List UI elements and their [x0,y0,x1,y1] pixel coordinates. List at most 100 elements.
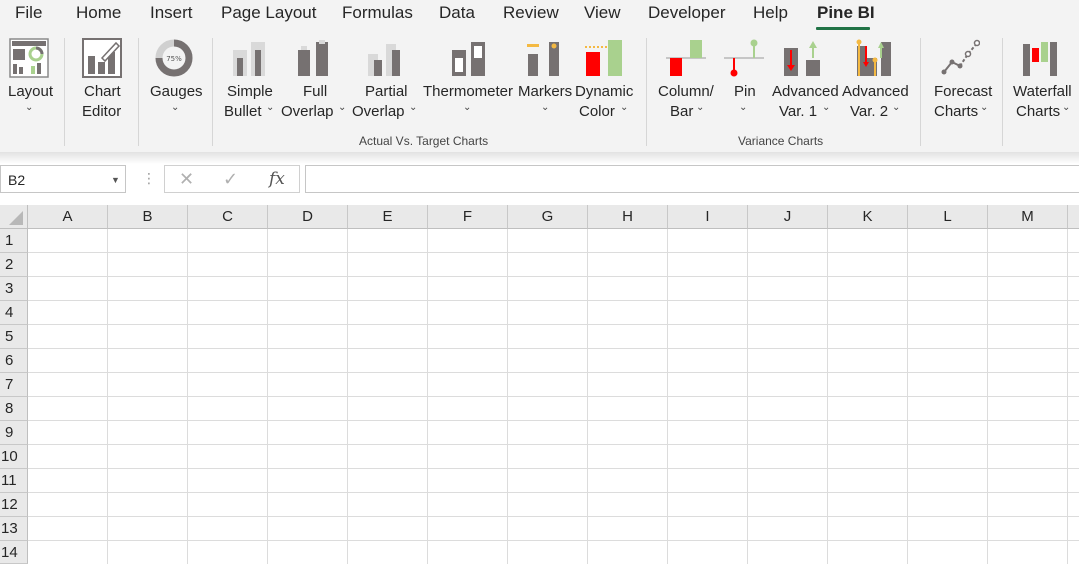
simple-bullet-icon [233,42,265,76]
column-header-m[interactable]: M [988,205,1068,229]
select-all-corner[interactable] [0,205,28,229]
column-header-partial[interactable] [1068,205,1079,229]
advanced-var2-icon [856,39,891,76]
row-header-3[interactable]: 3 [0,277,28,301]
column-header-c[interactable]: C [188,205,268,229]
thermometer-icon [452,42,485,76]
name-box-value: B2 [8,172,26,188]
chart-editor-button[interactable]: Chart Editor [70,30,134,152]
enter-check-icon[interactable]: ✓ [223,169,238,190]
tab-data[interactable]: Data [439,3,475,23]
tab-help[interactable]: Help [753,3,788,23]
name-box[interactable]: B2 ▼ [0,165,126,193]
column-header-h[interactable]: H [588,205,668,229]
thermometer-label: Thermometer [423,83,514,100]
row-header-7[interactable]: 7 [0,373,28,397]
row-header-5[interactable]: 5 [0,325,28,349]
gauge-icon-text: 75% [166,55,182,63]
row-header-12[interactable]: 12 [0,493,28,517]
tab-view[interactable]: View [584,3,621,23]
ribbon-shadow [0,152,1079,164]
chart-editor-icon [82,38,122,78]
row-header-14[interactable]: 14 [0,541,28,564]
chevron-down-icon: ⌄ [463,102,472,113]
dynamic-color-label-line2: Color [579,103,615,120]
ribbon-separator [1002,38,1003,146]
column-header-f[interactable]: F [428,205,508,229]
tab-file[interactable]: File [15,3,42,23]
advanced-var1-label-line2: Var. 1 [779,103,818,120]
tab-insert[interactable]: Insert [150,3,193,23]
advanced-var1-label-line1: Advanced [772,83,839,100]
cell-area[interactable] [28,229,1079,564]
dynamic-color-icon [585,40,622,76]
layout-button[interactable]: Layout ⌄ [0,30,60,152]
row-header-4[interactable]: 4 [0,301,28,325]
waterfall-charts-button[interactable]: Waterfall Charts ⌄ [1006,30,1079,152]
ribbon-separator [646,38,647,146]
column-bar-icon [666,40,706,76]
tab-home[interactable]: Home [76,3,121,23]
column-header-b[interactable]: B [108,205,188,229]
markers-icon [527,42,559,76]
column-header-i[interactable]: I [668,205,748,229]
simple-bullet-button[interactable]: Simple Bullet ⌄ [218,30,278,152]
formula-bar-grip-icon[interactable]: ⋮ [142,170,156,187]
column-bar-label-line1: Column/ [658,83,714,100]
forecast-charts-button[interactable]: Forecast Charts ⌄ [926,30,998,152]
row-header-2[interactable]: 2 [0,253,28,277]
column-header-e[interactable]: E [348,205,428,229]
tab-developer[interactable]: Developer [648,3,726,23]
formula-input[interactable] [305,165,1079,193]
column-header-a[interactable]: A [28,205,108,229]
row-header-6[interactable]: 6 [0,349,28,373]
full-overlap-button[interactable]: Full Overlap ⌄ [280,30,348,152]
full-overlap-label-line2: Overlap [281,103,334,120]
column-bar-button[interactable]: Column/ Bar ⌄ [652,30,720,152]
chevron-down-icon: ⌄ [541,102,550,113]
layout-icon [9,38,49,78]
tab-pine-bi[interactable]: Pine BI [817,3,875,23]
cancel-icon[interactable]: ✕ [179,169,194,190]
simple-bullet-label-line2: Bullet [224,103,262,120]
ribbon-separator [212,38,213,146]
full-overlap-icon [298,40,328,76]
chevron-down-icon: ⌄ [266,102,275,113]
insert-function-icon[interactable]: fx [269,169,285,189]
column-header-l[interactable]: L [908,205,988,229]
markers-label: Markers [518,83,573,100]
gauges-button[interactable]: 75% Gauges ⌄ [142,30,208,152]
group-label-actual-vs-target: Actual Vs. Target Charts [359,134,489,148]
tab-page-layout[interactable]: Page Layout [221,3,316,23]
markers-button[interactable]: Markers ⌄ [516,30,574,152]
chevron-down-icon: ⌄ [892,102,901,113]
menu-bar: File Home Insert Page Layout Formulas Da… [0,0,1079,30]
forecast-line-icon [941,39,980,75]
chevron-down-icon: ⌄ [25,102,34,113]
tab-formulas[interactable]: Formulas [342,3,413,23]
column-header-k[interactable]: K [828,205,908,229]
name-box-dropdown-icon[interactable]: ▼ [111,175,120,185]
tab-review[interactable]: Review [503,3,559,23]
waterfall-icon [1023,42,1057,76]
advanced-var2-button[interactable]: Advanced Var. 2 ⌄ [840,30,912,152]
column-header-d[interactable]: D [268,205,348,229]
chevron-down-icon: ⌄ [980,102,989,113]
waterfall-charts-label-line1: Waterfall [1013,83,1072,100]
chart-editor-label-line2: Editor [82,103,122,120]
pin-icon [724,39,764,77]
row-header-13[interactable]: 13 [0,517,28,541]
row-header-1[interactable]: 1 [0,229,28,253]
advanced-var1-icon [784,41,820,76]
spreadsheet-grid: A B C D E F G H I J K L M 1 2 3 4 5 6 7 … [0,205,1079,564]
column-header-g[interactable]: G [508,205,588,229]
advanced-var2-label-line1: Advanced [842,83,909,100]
row-header-11[interactable]: 11 [0,469,28,493]
dynamic-color-button[interactable]: Dynamic Color ⌄ [574,30,638,152]
row-header-10[interactable]: 10 [0,445,28,469]
column-header-j[interactable]: J [748,205,828,229]
chevron-down-icon: ⌄ [739,102,748,113]
row-header-8[interactable]: 8 [0,397,28,421]
row-header-9[interactable]: 9 [0,421,28,445]
ribbon-separator [138,38,139,146]
